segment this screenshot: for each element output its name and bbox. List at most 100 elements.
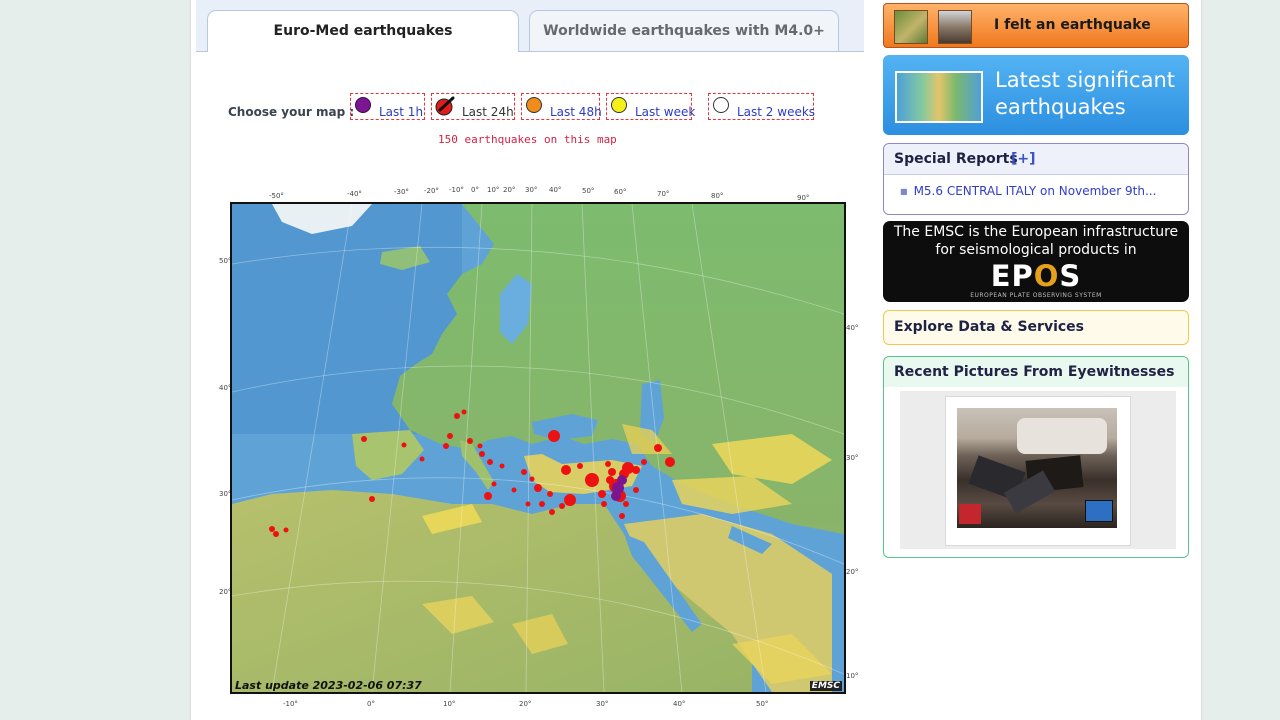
earthquake-count: 150 earthquakes on this map bbox=[438, 133, 617, 146]
recent-earthquake-marker[interactable] bbox=[611, 491, 621, 501]
lat-label: 10° bbox=[846, 672, 859, 680]
earthquake-marker[interactable] bbox=[577, 463, 583, 469]
special-report-link[interactable]: M5.6 CENTRAL ITALY on November 9th... bbox=[900, 184, 1157, 198]
map-thumbnail-icon bbox=[894, 10, 928, 44]
earthquake-marker[interactable] bbox=[487, 459, 493, 465]
earthquake-marker[interactable] bbox=[641, 459, 647, 465]
earthquake-marker[interactable] bbox=[564, 494, 576, 506]
recent-earthquake-marker[interactable] bbox=[617, 475, 627, 485]
earthquake-marker[interactable] bbox=[561, 465, 571, 475]
recent-pictures-title: Recent Pictures From Eyewitnesses bbox=[894, 364, 1175, 380]
earthquake-marker[interactable] bbox=[283, 527, 289, 533]
lon-label: 10° bbox=[443, 700, 456, 708]
orange-dot-icon bbox=[526, 97, 542, 113]
lon-label: 50° bbox=[582, 187, 595, 195]
earthquake-marker[interactable] bbox=[419, 456, 425, 462]
epos-subtitle: EUROPEAN PLATE OBSERVING SYSTEM bbox=[970, 292, 1102, 299]
earthquake-marker[interactable] bbox=[461, 409, 467, 415]
option-label: Last week bbox=[635, 105, 696, 119]
building-thumbnail-icon bbox=[938, 10, 972, 44]
earthquake-marker[interactable] bbox=[521, 469, 527, 475]
earthquake-marker[interactable] bbox=[479, 451, 485, 457]
earthquake-marker[interactable] bbox=[622, 462, 634, 474]
latest-significant-button[interactable]: Latest significant earthquakes bbox=[883, 55, 1189, 135]
lon-label: 30° bbox=[525, 186, 538, 194]
earthquake-marker[interactable] bbox=[608, 468, 616, 476]
explore-data-button[interactable]: Explore Data & Services bbox=[883, 310, 1189, 345]
lon-label: 30° bbox=[596, 700, 609, 708]
lon-label: 50° bbox=[756, 700, 769, 708]
earthquake-marker[interactable] bbox=[623, 501, 629, 507]
emsc-watermark: EMSC bbox=[809, 681, 842, 691]
expand-special-reports[interactable]: [+] bbox=[1011, 151, 1036, 167]
earthquake-marker[interactable] bbox=[454, 413, 460, 419]
eyewitness-photo[interactable] bbox=[957, 408, 1117, 528]
tab-worldwide[interactable]: Worldwide earthquakes with M4.0+ bbox=[529, 10, 839, 51]
lon-label: 20° bbox=[503, 186, 516, 194]
yellow-dot-icon bbox=[611, 97, 627, 113]
photo-card bbox=[945, 396, 1131, 546]
earthquake-marker[interactable] bbox=[269, 526, 275, 532]
earthquake-marker[interactable] bbox=[511, 487, 517, 493]
epos-line1: The EMSC is the European infrastructure bbox=[893, 224, 1179, 240]
lat-label: 40° bbox=[846, 324, 859, 332]
earthquake-marker[interactable] bbox=[401, 442, 407, 448]
earthquake-marker[interactable] bbox=[525, 501, 531, 507]
earthquake-marker[interactable] bbox=[549, 509, 555, 515]
earthquake-marker[interactable] bbox=[559, 503, 565, 509]
earthquake-marker[interactable] bbox=[633, 487, 639, 493]
earthquake-marker[interactable] bbox=[605, 461, 611, 467]
earthquake-marker[interactable] bbox=[369, 496, 375, 502]
tab-bar: Euro-Med earthquakes Worldwide earthquak… bbox=[196, 0, 864, 52]
earthquake-marker[interactable] bbox=[654, 444, 662, 452]
epos-line2: for seismological products in bbox=[935, 242, 1137, 258]
earthquake-marker[interactable] bbox=[467, 438, 473, 444]
earthquake-marker[interactable] bbox=[447, 433, 453, 439]
earthquake-marker[interactable] bbox=[598, 490, 606, 498]
lon-label: -10° bbox=[449, 186, 464, 194]
chooser-label: Choose your map : bbox=[228, 105, 355, 119]
lon-label: 80° bbox=[711, 192, 724, 200]
earthquake-marker[interactable] bbox=[491, 481, 497, 487]
lat-label: 20° bbox=[846, 568, 859, 576]
option-last-2-weeks[interactable]: Last 2 weeks bbox=[708, 93, 815, 120]
earthquake-marker[interactable] bbox=[619, 513, 625, 519]
earthquake-marker[interactable] bbox=[443, 443, 449, 449]
earthquake-marker[interactable] bbox=[665, 457, 675, 467]
lon-label: 10° bbox=[487, 186, 500, 194]
earthquake-marker[interactable] bbox=[361, 436, 367, 442]
earthquake-marker[interactable] bbox=[601, 501, 607, 507]
special-reports-panel: Special Reports [+] M5.6 CENTRAL ITALY o… bbox=[883, 143, 1189, 215]
earthquake-marker[interactable] bbox=[529, 476, 535, 482]
lon-label: 70° bbox=[657, 190, 670, 198]
lon-label: -30° bbox=[394, 188, 409, 196]
map-canvas[interactable]: Last update 2023-02-06 07:37 EMSC bbox=[230, 202, 846, 694]
relief-map bbox=[232, 204, 844, 692]
earthquake-marker[interactable] bbox=[606, 476, 614, 484]
lon-label: 60° bbox=[614, 188, 627, 196]
option-last-week[interactable]: Last week bbox=[606, 93, 696, 120]
special-reports-header: Special Reports [+] bbox=[884, 144, 1188, 175]
earthquake-marker[interactable] bbox=[499, 463, 505, 469]
felt-earthquake-button[interactable]: I felt an earthquake bbox=[883, 3, 1189, 48]
earthquake-marker[interactable] bbox=[273, 531, 279, 537]
option-last-24h[interactable]: Last 24h bbox=[431, 93, 515, 120]
epos-banner[interactable]: The EMSC is the European infrastructure … bbox=[883, 221, 1189, 302]
lon-label: 0° bbox=[367, 700, 375, 708]
lon-label: -10° bbox=[283, 700, 298, 708]
earthquake-marker[interactable] bbox=[539, 501, 545, 507]
lat-label: 30° bbox=[846, 454, 859, 462]
option-last-1h[interactable]: Last 1h bbox=[350, 93, 425, 120]
earthquake-marker[interactable] bbox=[585, 473, 599, 487]
earthquake-marker[interactable] bbox=[484, 492, 492, 500]
option-last-48h[interactable]: Last 48h bbox=[521, 93, 602, 120]
lon-label: 40° bbox=[673, 700, 686, 708]
earthquake-marker[interactable] bbox=[548, 430, 560, 442]
earthquake-marker[interactable] bbox=[547, 491, 553, 497]
earthquake-marker[interactable] bbox=[632, 466, 640, 474]
earthquake-marker[interactable] bbox=[477, 443, 483, 449]
purple-dot-icon bbox=[355, 97, 371, 113]
earthquake-marker[interactable] bbox=[534, 484, 542, 492]
tab-euro-med[interactable]: Euro-Med earthquakes bbox=[207, 10, 519, 52]
world-map-icon bbox=[895, 71, 983, 123]
